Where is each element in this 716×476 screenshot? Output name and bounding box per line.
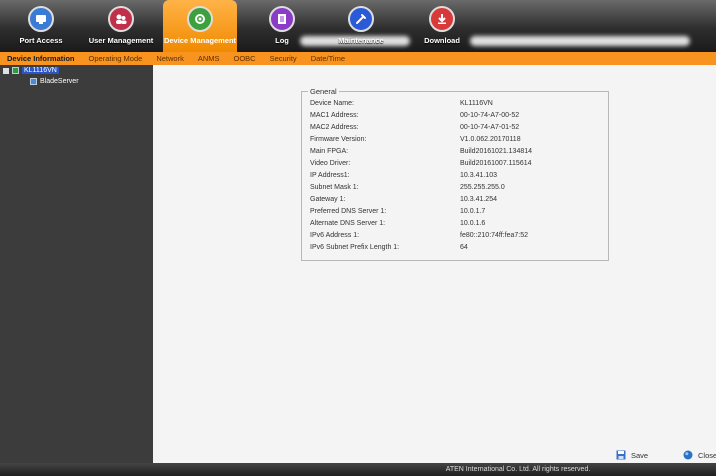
info-value: KL1116VN — [460, 100, 493, 107]
submenu-operating-mode[interactable]: Operating Mode — [82, 54, 150, 63]
info-row: Video Driver: Build20161007.115614 — [310, 160, 600, 172]
save-label: Save — [631, 450, 649, 460]
close-label: Close — [698, 450, 716, 460]
submenu-anms[interactable]: ANMS — [191, 54, 227, 63]
info-row: Firmware Version: V1.0.062.20170118 — [310, 136, 600, 148]
info-label: MAC1 Address: — [310, 112, 359, 119]
tab-label: Port Access — [19, 36, 63, 45]
info-label: Device Name: — [310, 100, 354, 107]
tab-port-access[interactable]: Port Access — [4, 0, 78, 52]
submenu-oobc[interactable]: OOBC — [227, 54, 263, 63]
info-row: Subnet Mask 1: 255.255.255.0 — [310, 184, 600, 196]
info-label: Firmware Version: — [310, 136, 367, 143]
close-icon — [683, 450, 693, 460]
tab-label: Maintenance — [338, 36, 384, 45]
tab-device-management[interactable]: Device Management — [163, 0, 237, 52]
info-label: Gateway 1: — [310, 196, 346, 203]
tab-download[interactable]: Download — [405, 0, 479, 52]
info-label: IPv6 Address 1: — [310, 232, 360, 239]
info-label: Video Driver: — [310, 160, 351, 167]
info-label: Subnet Mask 1: — [310, 184, 359, 191]
main-toolbar: Port Access User Management Device Manag… — [0, 0, 716, 52]
info-row: Preferred DNS Server 1: 10.0.1.7 — [310, 208, 600, 220]
info-label: MAC2 Address: — [310, 124, 359, 131]
info-value: 64 — [460, 244, 468, 251]
tab-label: User Management — [88, 36, 154, 45]
download-icon — [429, 6, 455, 32]
info-label: Alternate DNS Server 1: — [310, 220, 386, 227]
info-row: IP Address1: 10.3.41.103 — [310, 172, 600, 184]
close-button[interactable]: Close — [683, 450, 716, 460]
main-content: General Device Name: KL1116VN MAC1 Addre… — [153, 65, 716, 463]
tree-expand-icon[interactable] — [3, 67, 9, 74]
device-management-icon — [187, 6, 213, 32]
info-value: 10.0.1.7 — [460, 208, 486, 215]
info-label: IP Address1: — [310, 172, 350, 179]
port-access-icon — [28, 6, 54, 32]
save-button[interactable]: Save — [616, 450, 648, 460]
tab-maintenance[interactable]: Maintenance — [324, 0, 398, 52]
tree-node-root[interactable]: KL1116VN — [3, 67, 59, 74]
tree-label: BladeServer — [40, 78, 79, 85]
info-label: Main FPGA: — [310, 148, 349, 155]
info-label: IPv6 Subnet Prefix Length 1: — [310, 244, 400, 251]
save-icon — [616, 450, 626, 460]
server-icon — [30, 78, 37, 85]
tab-log[interactable]: Log — [245, 0, 319, 52]
tree-node-child[interactable]: BladeServer — [30, 78, 79, 85]
submenu-security[interactable]: Security — [263, 54, 304, 63]
user-management-icon — [108, 6, 134, 32]
device-icon — [12, 67, 19, 74]
info-value: 255.255.255.0 — [460, 184, 505, 191]
log-icon — [269, 6, 295, 32]
info-row: IPv6 Address 1: fe80::210:74ff:fea7:52 — [310, 232, 600, 244]
info-label: Preferred DNS Server 1: — [310, 208, 387, 215]
info-row: MAC1 Address: 00-10-74-A7-00-52 — [310, 112, 600, 124]
info-value: fe80::210:74ff:fea7:52 — [460, 232, 528, 239]
status-bar: ATEN International Co. Ltd. All rights r… — [0, 463, 716, 476]
submenu-network[interactable]: Network — [149, 54, 191, 63]
info-value: 10.3.41.103 — [460, 172, 497, 179]
submenu-device-information[interactable]: Device Information — [0, 54, 82, 63]
info-value: 00-10-74-A7-00-52 — [460, 112, 520, 119]
group-title: General — [310, 87, 337, 96]
info-row: Device Name: KL1116VN — [310, 100, 600, 112]
copyright-text: ATEN International Co. Ltd. All rights r… — [445, 466, 591, 473]
toolbar-glow — [470, 36, 690, 46]
info-value: 00-10-74-A7-01-52 — [460, 124, 520, 131]
general-info-group: General Device Name: KL1116VN MAC1 Addre… — [301, 87, 609, 261]
tab-label: Download — [424, 36, 460, 45]
device-tree-panel: KL1116VN BladeServer — [0, 65, 153, 463]
tab-label: Device Management — [163, 36, 237, 45]
info-row: IPv6 Subnet Prefix Length 1: 64 — [310, 244, 600, 256]
info-row: Main FPGA: Build20161021.134814 — [310, 148, 600, 160]
info-value: 10.0.1.6 — [460, 220, 486, 227]
info-row: Alternate DNS Server 1: 10.0.1.6 — [310, 220, 600, 232]
submenu-date-time[interactable]: Date/Time — [304, 54, 352, 63]
tab-user-management[interactable]: User Management — [84, 0, 158, 52]
info-value: V1.0.062.20170118 — [460, 136, 521, 143]
info-value: Build20161021.134814 — [460, 148, 533, 155]
submenu-bar: Device Information Operating Mode Networ… — [0, 52, 716, 65]
info-row: MAC2 Address: 00-10-74-A7-01-52 — [310, 124, 600, 136]
maintenance-icon — [348, 6, 374, 32]
info-value: 10.3.41.254 — [460, 196, 497, 203]
info-row: Gateway 1: 10.3.41.254 — [310, 196, 600, 208]
info-value: Build20161007.115614 — [460, 160, 532, 167]
tab-label: Log — [275, 36, 289, 45]
tree-label: KL1116VN — [22, 67, 59, 74]
